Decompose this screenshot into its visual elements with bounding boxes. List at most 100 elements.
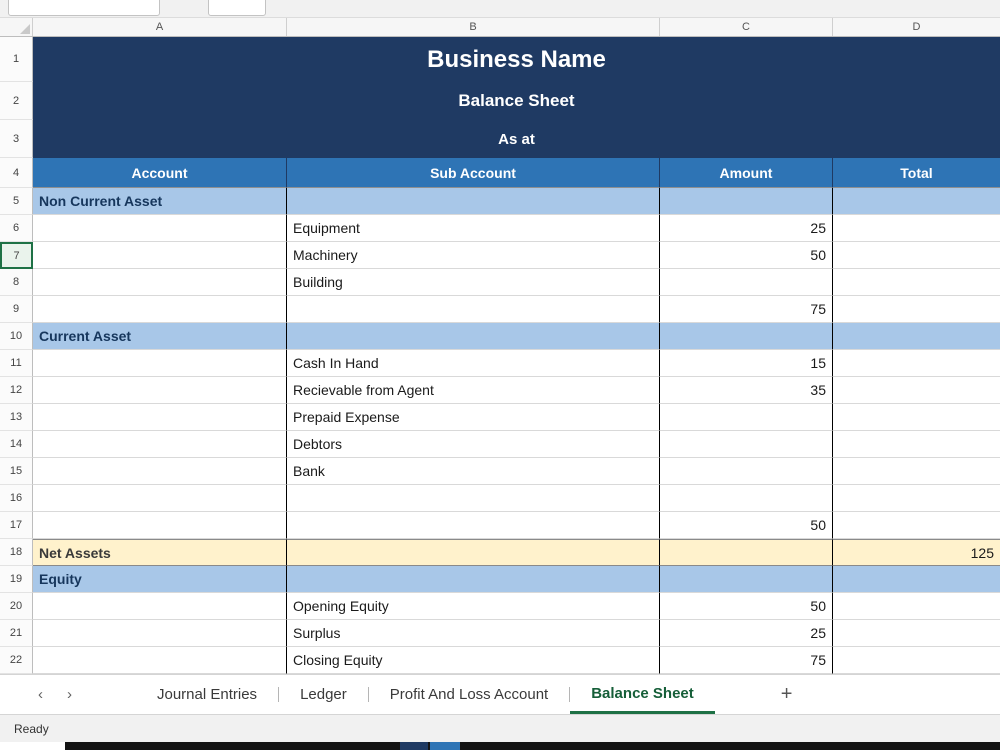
cell-A9[interactable] [33,296,287,323]
cell-C20[interactable]: 50 [660,593,833,620]
column-header-D[interactable]: D [833,18,1000,36]
cell-C22[interactable]: 75 [660,647,833,674]
cell-A13[interactable] [33,404,287,431]
row-header-6[interactable]: 6 [0,215,33,242]
merged-title-cell-3[interactable]: As at [33,120,1000,158]
row-header-17[interactable]: 17 [0,512,33,539]
cell-B20[interactable]: Opening Equity [287,593,660,620]
cell-A6[interactable] [33,215,287,242]
cell-C8[interactable] [660,269,833,296]
row-header-22[interactable]: 22 [0,647,33,674]
row-header-10[interactable]: 10 [0,323,33,350]
cell-C15[interactable] [660,458,833,485]
row-header-9[interactable]: 9 [0,296,33,323]
merged-title-cell-2[interactable]: Balance Sheet [33,82,1000,120]
row-header-20[interactable]: 20 [0,593,33,620]
cell-A11[interactable] [33,350,287,377]
cell-C5[interactable] [660,188,833,215]
row-header-21[interactable]: 21 [0,620,33,647]
cell-A15[interactable] [33,458,287,485]
prev-sheet-icon[interactable]: ‹ [26,686,55,703]
cell-C6[interactable]: 25 [660,215,833,242]
cell-A22[interactable] [33,647,287,674]
row-header-5[interactable]: 5 [0,188,33,215]
tab-ledger[interactable]: Ledger [279,675,368,714]
cell-A17[interactable] [33,512,287,539]
cell-B10[interactable] [287,323,660,350]
cell-D11[interactable] [833,350,1000,377]
cell-D14[interactable] [833,431,1000,458]
tab-balance-sheet[interactable]: Balance Sheet [570,675,715,714]
row-header-2[interactable]: 2 [0,82,33,120]
cell-C9[interactable]: 75 [660,296,833,323]
cell-D10[interactable] [833,323,1000,350]
cell-D20[interactable] [833,593,1000,620]
cell-B18[interactable] [287,539,660,566]
cell-A5[interactable]: Non Current Asset [33,188,287,215]
row-header-14[interactable]: 14 [0,431,33,458]
cell-C18[interactable] [660,539,833,566]
cell-D22[interactable] [833,647,1000,674]
header-cell-cb[interactable]: Sub Account [287,158,660,188]
row-header-7[interactable]: 7 [0,242,33,269]
header-cell-cc[interactable]: Amount [660,158,833,188]
cell-A18[interactable]: Net Assets [33,539,287,566]
cell-A19[interactable]: Equity [33,566,287,593]
merged-title-cell-1[interactable]: Business Name [33,37,1000,82]
column-header-C[interactable]: C [660,18,833,36]
cell-B7[interactable]: Machinery [287,242,660,269]
tab-profit-and-loss-account[interactable]: Profit And Loss Account [369,675,569,714]
cell-B19[interactable] [287,566,660,593]
cell-C7[interactable]: 50 [660,242,833,269]
cell-A7[interactable] [33,242,287,269]
next-sheet-icon[interactable]: › [55,686,84,703]
cell-A21[interactable] [33,620,287,647]
cell-C21[interactable]: 25 [660,620,833,647]
cell-C19[interactable] [660,566,833,593]
cell-B11[interactable]: Cash In Hand [287,350,660,377]
row-header-16[interactable]: 16 [0,485,33,512]
cell-D7[interactable] [833,242,1000,269]
cell-B13[interactable]: Prepaid Expense [287,404,660,431]
cell-D13[interactable] [833,404,1000,431]
cell-B14[interactable]: Debtors [287,431,660,458]
cell-D15[interactable] [833,458,1000,485]
row-header-12[interactable]: 12 [0,377,33,404]
cell-D19[interactable] [833,566,1000,593]
taskbar-app-icon[interactable] [400,742,428,750]
header-cell-cd[interactable]: Total [833,158,1000,188]
cell-D21[interactable] [833,620,1000,647]
cell-C10[interactable] [660,323,833,350]
column-header-A[interactable]: A [33,18,287,36]
cell-C11[interactable]: 15 [660,350,833,377]
select-all-corner[interactable] [0,18,33,36]
cell-C14[interactable] [660,431,833,458]
row-header-4[interactable]: 4 [0,158,33,188]
cell-D6[interactable] [833,215,1000,242]
cell-A8[interactable] [33,269,287,296]
cell-A14[interactable] [33,431,287,458]
toolbar-fragment-box[interactable] [208,0,266,16]
row-header-19[interactable]: 19 [0,566,33,593]
cell-C12[interactable]: 35 [660,377,833,404]
add-sheet-button[interactable]: + [773,683,801,706]
row-header-8[interactable]: 8 [0,269,33,296]
tab-journal-entries[interactable]: Journal Entries [136,675,278,714]
cell-C17[interactable]: 50 [660,512,833,539]
row-header-1[interactable]: 1 [0,37,33,82]
row-header-15[interactable]: 15 [0,458,33,485]
cell-B6[interactable]: Equipment [287,215,660,242]
cell-B12[interactable]: Recievable from Agent [287,377,660,404]
cell-B5[interactable] [287,188,660,215]
cell-D9[interactable] [833,296,1000,323]
row-header-11[interactable]: 11 [0,350,33,377]
cell-A16[interactable] [33,485,287,512]
cell-B16[interactable] [287,485,660,512]
cell-D12[interactable] [833,377,1000,404]
cell-A10[interactable]: Current Asset [33,323,287,350]
cell-C16[interactable] [660,485,833,512]
cell-B21[interactable]: Surplus [287,620,660,647]
cell-B17[interactable] [287,512,660,539]
column-header-B[interactable]: B [287,18,660,36]
taskbar-app-icon[interactable] [430,742,460,750]
